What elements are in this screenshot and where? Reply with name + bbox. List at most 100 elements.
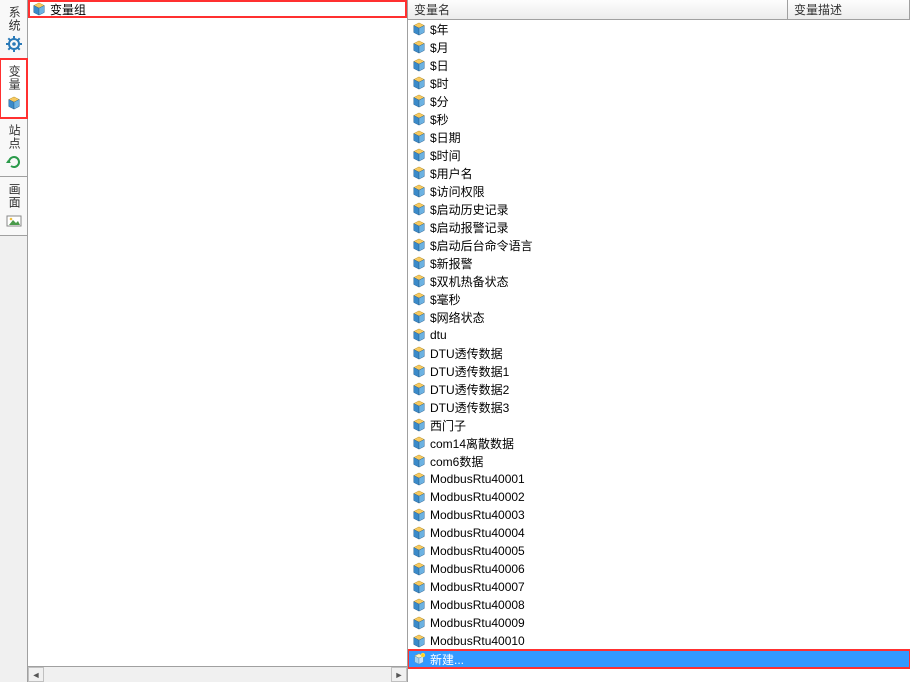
list-item[interactable]: $时间 [408,146,910,164]
cube-icon [412,364,426,378]
cube-icon [412,598,426,612]
sidebar-tab-label: 站点 [7,124,20,150]
column-header-name[interactable]: 变量名 [408,0,788,19]
list-item-label: $日期 [430,129,461,146]
list-item[interactable]: $启动报警记录 [408,218,910,236]
list-item[interactable]: $网络状态 [408,308,910,326]
list-item-label: ModbusRtu40005 [430,544,525,558]
list-item[interactable]: ModbusRtu40003 [408,506,910,524]
variable-list-body[interactable]: $年 $月 $日 $时 $分 $秒 $日期 $时间 $用户名 $访问权限 [408,20,910,682]
column-header-desc[interactable]: 变量描述 [788,0,910,19]
sidebar-tab-strip: 系统变量 站点画面 [0,0,28,682]
cube-icon [412,22,426,36]
list-item[interactable]: $分 [408,92,910,110]
list-item-label: $启动历史记录 [430,201,509,218]
sidebar-tab-refresh[interactable]: 站点 [0,118,27,177]
list-item[interactable]: DTU透传数据 [408,344,910,362]
cube-icon [412,292,426,306]
list-item[interactable]: $用户名 [408,164,910,182]
cube-icon [412,94,426,108]
sidebar-tab-cube[interactable]: 变量 [0,59,27,118]
list-item[interactable]: $启动后台命令语言 [408,236,910,254]
tree-area: 变量组 [28,0,407,666]
list-item-label: com14离散数据 [430,435,514,452]
list-item-label: $双机热备状态 [430,273,509,290]
list-item[interactable]: ModbusRtu40002 [408,488,910,506]
list-item-label: DTU透传数据 [430,345,503,362]
cube-icon [412,544,426,558]
cube-icon [412,76,426,90]
list-item[interactable]: $月 [408,38,910,56]
image-icon [6,213,22,229]
cube-icon [412,130,426,144]
list-item[interactable]: $新报警 [408,254,910,272]
cube-icon [412,436,426,450]
list-item-label: $访问权限 [430,183,485,200]
column-header-name-label: 变量名 [414,1,450,18]
list-item[interactable]: $日期 [408,128,910,146]
list-item-label: ModbusRtu40006 [430,562,525,576]
list-item[interactable]: ModbusRtu40010 [408,632,910,650]
list-item[interactable]: ModbusRtu40001 [408,470,910,488]
list-item-label: $用户名 [430,165,473,182]
list-item[interactable]: $日 [408,56,910,74]
sidebar-tab-image[interactable]: 画面 [0,177,27,236]
list-item-label: $时 [430,75,449,92]
list-item[interactable]: ModbusRtu40007 [408,578,910,596]
list-item-label: $启动后台命令语言 [430,237,533,254]
list-item-label: $分 [430,93,449,110]
list-item-label: $月 [430,39,449,56]
list-item-label: ModbusRtu40009 [430,616,525,630]
list-item[interactable]: $年 [408,20,910,38]
list-item[interactable]: DTU透传数据3 [408,398,910,416]
list-item[interactable]: com6数据 [408,452,910,470]
list-item[interactable]: $秒 [408,110,910,128]
cube-icon [412,400,426,414]
list-item[interactable]: DTU透传数据2 [408,380,910,398]
list-item[interactable]: $毫秒 [408,290,910,308]
cube-icon [32,2,46,16]
sidebar-tab-gear[interactable]: 系统 [0,0,27,59]
cube-icon [412,328,426,342]
list-item-label: $毫秒 [430,291,461,308]
cube-icon [412,40,426,54]
list-item-label: ModbusRtu40003 [430,508,525,522]
list-item-label: $启动报警记录 [430,219,509,236]
list-item[interactable]: com14离散数据 [408,434,910,452]
cube-icon [412,418,426,432]
list-item-label: $年 [430,21,449,38]
list-item[interactable]: DTU透传数据1 [408,362,910,380]
list-item-label: ModbusRtu40002 [430,490,525,504]
cube-icon [412,202,426,216]
list-item[interactable]: 西门子 [408,416,910,434]
scroll-left-button[interactable]: ◄ [28,667,44,682]
cube-icon [412,166,426,180]
list-item-label: 新建... [430,651,464,668]
left-tree-panel: 变量组 ◄ ► [28,0,408,682]
list-item[interactable]: ModbusRtu40008 [408,596,910,614]
list-item[interactable]: dtu [408,326,910,344]
list-item[interactable]: ModbusRtu40004 [408,524,910,542]
tree-root-node[interactable]: 变量组 [28,0,407,18]
list-item-label: DTU透传数据3 [430,399,509,416]
list-item-label: ModbusRtu40004 [430,526,525,540]
list-item-new[interactable]: 新建... [408,650,910,668]
list-item-label: $秒 [430,111,449,128]
list-item[interactable]: $访问权限 [408,182,910,200]
cube-icon [412,562,426,576]
scroll-right-button[interactable]: ► [391,667,407,682]
list-item[interactable]: $时 [408,74,910,92]
column-headers: 变量名 变量描述 [408,0,910,20]
list-item[interactable]: ModbusRtu40009 [408,614,910,632]
list-item[interactable]: $双机热备状态 [408,272,910,290]
cube-icon [412,508,426,522]
cube-icon [412,274,426,288]
tree-root-label: 变量组 [50,1,86,18]
list-item-label: $网络状态 [430,309,485,326]
list-item-label: DTU透传数据2 [430,381,509,398]
list-item[interactable]: $启动历史记录 [408,200,910,218]
cube-icon [412,382,426,396]
horizontal-scrollbar[interactable]: ◄ ► [28,666,407,682]
list-item[interactable]: ModbusRtu40005 [408,542,910,560]
list-item[interactable]: ModbusRtu40006 [408,560,910,578]
